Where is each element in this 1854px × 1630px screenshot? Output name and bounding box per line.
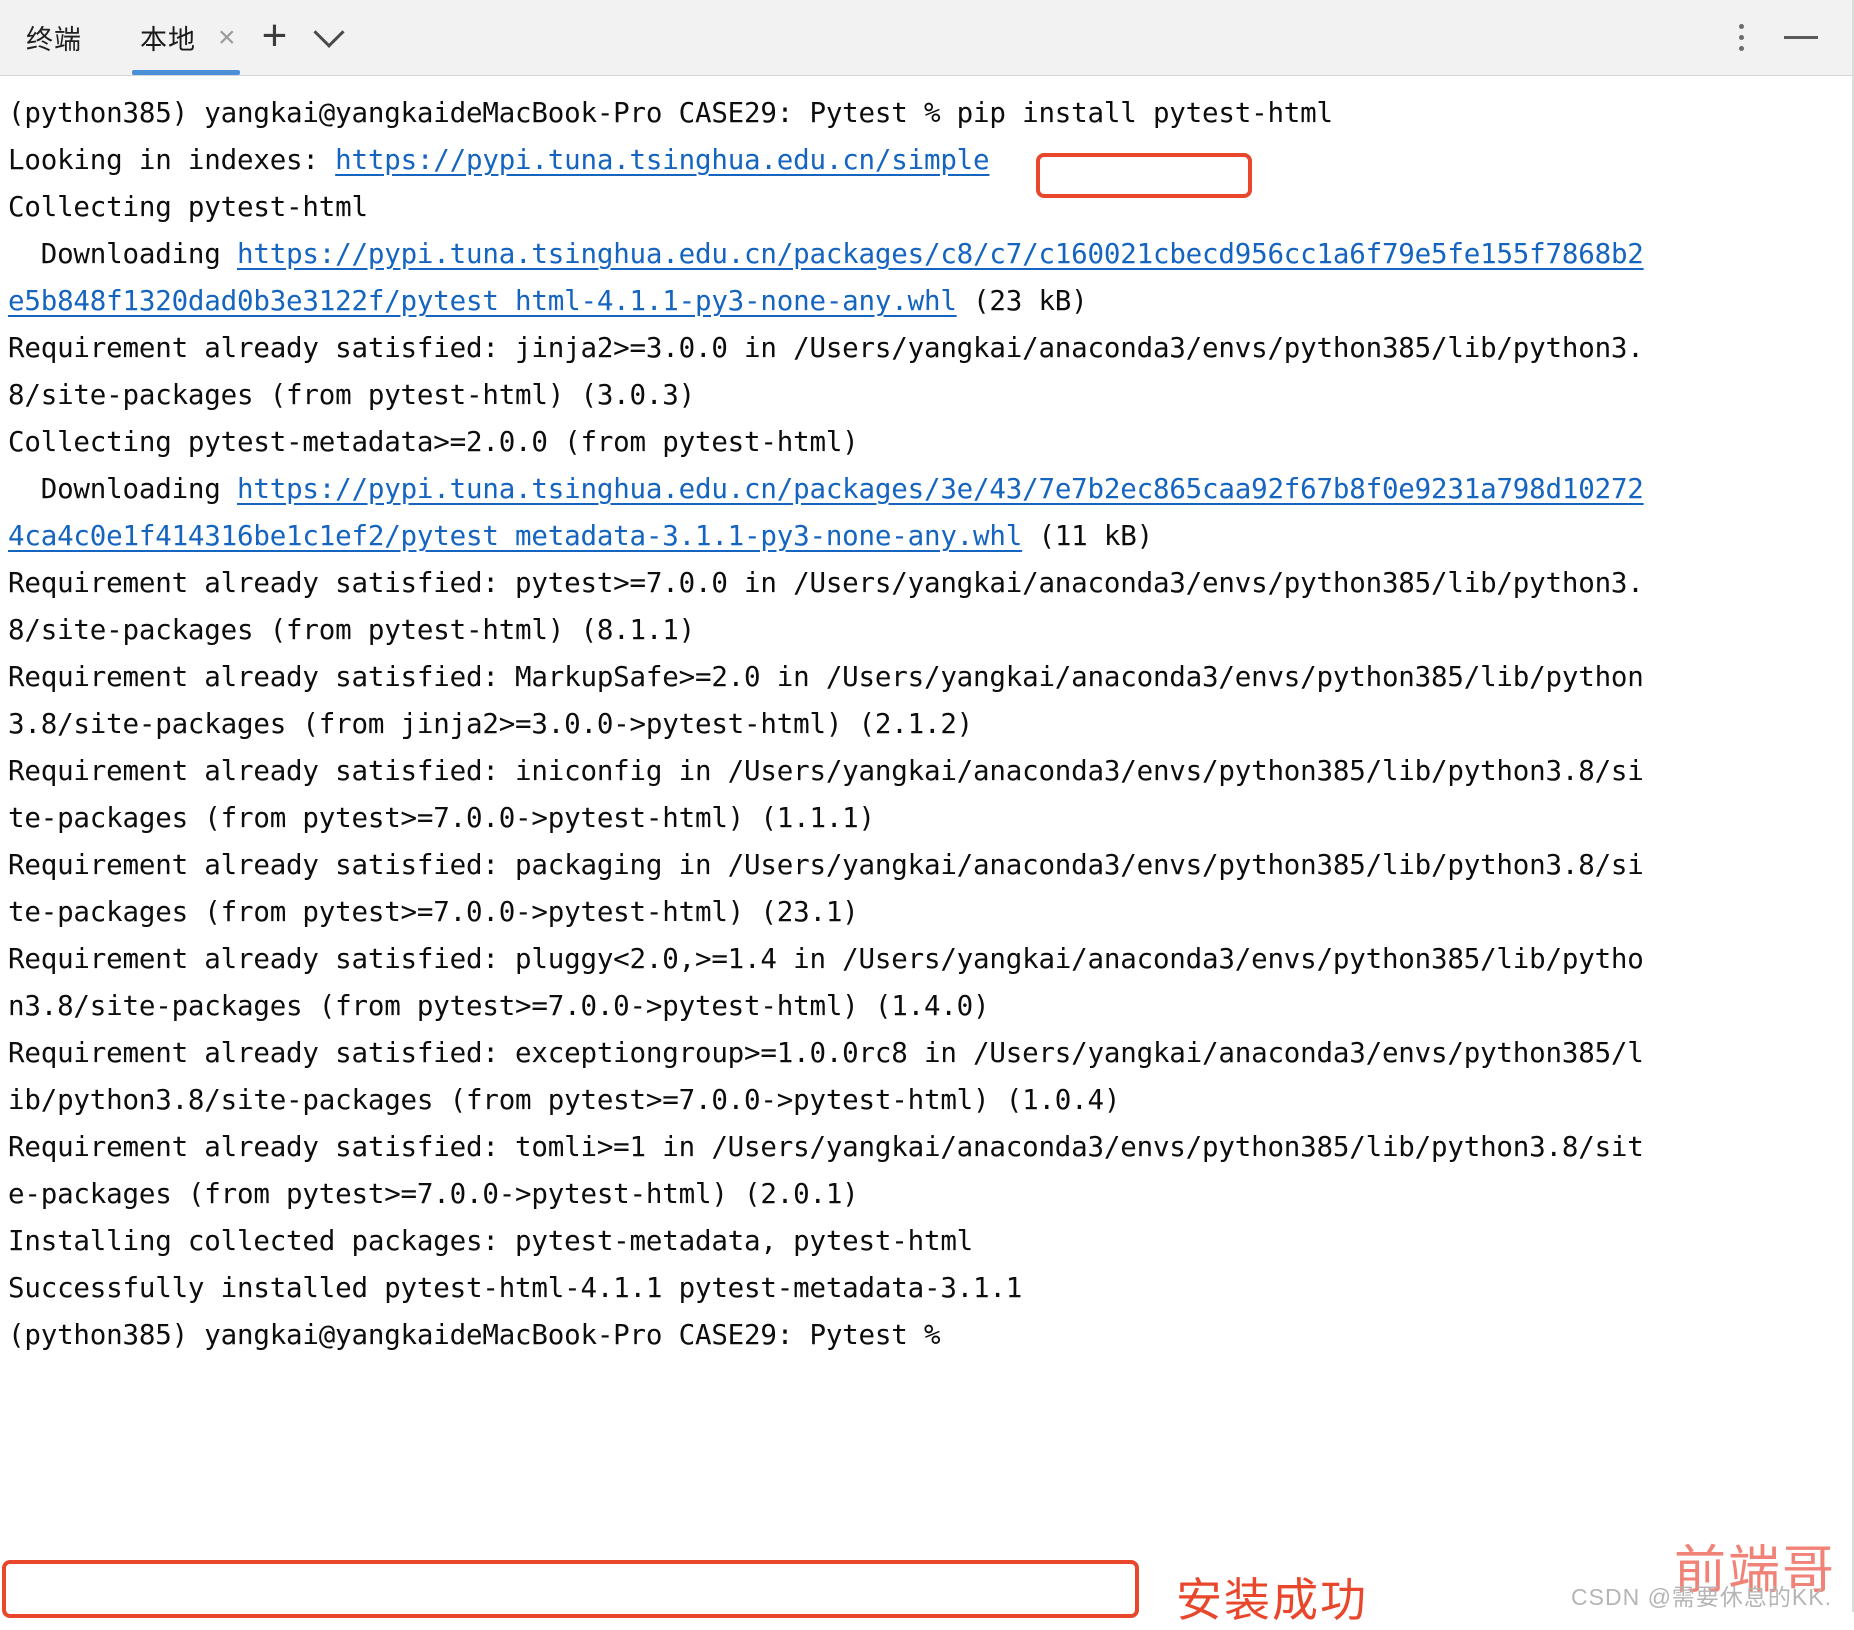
- terminal-line: Installing collected packages: pytest-me…: [8, 1218, 1846, 1265]
- terminal-link[interactable]: https://pypi.tuna.tsinghua.edu.cn/packag…: [237, 473, 1644, 505]
- terminal-output[interactable]: (python385) yangkai@yangkaideMacBook-Pro…: [0, 76, 1854, 1626]
- terminal-line: Requirement already satisfied: iniconfig…: [8, 748, 1846, 795]
- watermark-gray: CSDN @需要休息的KK.: [1571, 1584, 1832, 1610]
- more-vertical-icon[interactable]: [1725, 14, 1758, 61]
- tab-local[interactable]: 本地 ×: [110, 0, 248, 75]
- terminal-text: Requirement already satisfied: packaging…: [8, 849, 1644, 881]
- terminal-line: Downloading https://pypi.tuna.tsinghua.e…: [8, 231, 1846, 278]
- terminal-text: Requirement already satisfied: jinja2>=3…: [8, 332, 1644, 364]
- terminal-line: 8/site-packages (from pytest-html) (8.1.…: [8, 607, 1846, 654]
- terminal-text: 8/site-packages (from pytest-html) (8.1.…: [8, 614, 695, 646]
- terminal-text: Requirement already satisfied: tomli>=1 …: [8, 1131, 1644, 1163]
- terminal-line: te-packages (from pytest>=7.0.0->pytest-…: [8, 795, 1846, 842]
- terminal-line: Successfully installed pytest-html-4.1.1…: [8, 1265, 1846, 1312]
- terminal-line: ib/python3.8/site-packages (from pytest>…: [8, 1077, 1846, 1124]
- terminal-text: (python385) yangkai@yangkaideMacBook-Pro…: [8, 1319, 957, 1351]
- terminal-text: Successfully installed pytest-html-4.1.1…: [8, 1272, 1023, 1304]
- terminal-line: 8/site-packages (from pytest-html) (3.0.…: [8, 372, 1846, 419]
- terminal-link[interactable]: 4ca4c0e1f414316be1c1ef2/pytest_metadata-…: [8, 520, 1022, 552]
- terminal-text: Installing collected packages: pytest-me…: [8, 1225, 974, 1257]
- terminal-line: Collecting pytest-metadata>=2.0.0 (from …: [8, 419, 1846, 466]
- terminal-text: Requirement already satisfied: pytest>=7…: [8, 567, 1644, 599]
- minimize-icon[interactable]: [1784, 36, 1818, 39]
- terminal-text: Collecting pytest-html: [8, 191, 368, 223]
- terminal-line: Requirement already satisfied: exception…: [8, 1030, 1846, 1077]
- chevron-down-icon: [312, 16, 345, 48]
- dot: [1739, 46, 1744, 51]
- terminal-line: Requirement already satisfied: MarkupSaf…: [8, 654, 1846, 701]
- terminal-text: e-packages (from pytest>=7.0.0->pytest-h…: [8, 1178, 859, 1210]
- terminal-text: 8/site-packages (from pytest-html) (3.0.…: [8, 379, 695, 411]
- plus-icon: +: [261, 10, 288, 60]
- terminal-line: Requirement already satisfied: pytest>=7…: [8, 560, 1846, 607]
- terminal-text: Looking in indexes:: [8, 144, 336, 176]
- tab-active-indicator: [132, 70, 240, 75]
- terminal-text: Requirement already satisfied: iniconfig…: [8, 755, 1644, 787]
- terminal-line: (python385) yangkai@yangkaideMacBook-Pro…: [8, 90, 1846, 137]
- terminal-text: Requirement already satisfied: pluggy<2.…: [8, 943, 1644, 975]
- terminal-text: (python385) yangkai@yangkaideMacBook-Pro…: [8, 97, 1333, 129]
- panel-title: 终端: [26, 25, 82, 55]
- terminal-text: te-packages (from pytest>=7.0.0->pytest-…: [8, 896, 859, 928]
- terminal-line: Requirement already satisfied: packaging…: [8, 842, 1846, 889]
- terminal-line: 4ca4c0e1f414316be1c1ef2/pytest_metadata-…: [8, 513, 1846, 560]
- terminal-line: 3.8/site-packages (from jinja2>=3.0.0->p…: [8, 701, 1846, 748]
- terminal-line: Downloading https://pypi.tuna.tsinghua.e…: [8, 466, 1846, 513]
- terminal-text: Collecting pytest-metadata>=2.0.0 (from …: [8, 426, 859, 458]
- add-tab-button[interactable]: +: [248, 0, 302, 75]
- terminal-line: e5b848f1320dad0b3e3122f/pytest_html-4.1.…: [8, 278, 1846, 325]
- terminal-text: Requirement already satisfied: exception…: [8, 1037, 1644, 1069]
- terminal-text: (11 kB): [1022, 520, 1153, 552]
- terminal-line: Requirement already satisfied: tomli>=1 …: [8, 1124, 1846, 1171]
- close-icon[interactable]: ×: [218, 22, 236, 53]
- terminal-line: Collecting pytest-html: [8, 184, 1846, 231]
- terminal-toolbar: 终端 本地 × +: [0, 0, 1854, 76]
- dot: [1739, 24, 1744, 29]
- terminal-line: e-packages (from pytest>=7.0.0->pytest-h…: [8, 1171, 1846, 1218]
- terminal-line: n3.8/site-packages (from pytest>=7.0.0->…: [8, 983, 1846, 1030]
- terminal-link[interactable]: https://pypi.tuna.tsinghua.edu.cn/packag…: [237, 238, 1644, 270]
- tab-local-label: 本地: [140, 25, 196, 55]
- terminal-text: ib/python3.8/site-packages (from pytest>…: [8, 1084, 1121, 1116]
- tab-dropdown-button[interactable]: [302, 0, 356, 75]
- terminal-text: Downloading: [8, 473, 237, 505]
- terminal-line: te-packages (from pytest>=7.0.0->pytest-…: [8, 889, 1846, 936]
- dot: [1739, 35, 1744, 40]
- terminal-text: (23 kB): [956, 285, 1088, 317]
- annotation-label-success: 安装成功: [1176, 1574, 1368, 1626]
- terminal-text: Requirement already satisfied: MarkupSaf…: [8, 661, 1644, 693]
- toolbar-right-controls: [1725, 0, 1854, 75]
- terminal-line: Looking in indexes: https://pypi.tuna.ts…: [8, 137, 1846, 184]
- terminal-text: te-packages (from pytest>=7.0.0->pytest-…: [8, 802, 875, 834]
- annotation-box-success: [2, 1560, 1139, 1618]
- terminal-link[interactable]: https://pypi.tuna.tsinghua.edu.cn/simple: [335, 144, 989, 176]
- terminal-line: Requirement already satisfied: pluggy<2.…: [8, 936, 1846, 983]
- terminal-text: n3.8/site-packages (from pytest>=7.0.0->…: [8, 990, 990, 1022]
- terminal-line: Requirement already satisfied: jinja2>=3…: [8, 325, 1846, 372]
- terminal-line-list: (python385) yangkai@yangkaideMacBook-Pro…: [8, 90, 1846, 1359]
- terminal-text: 3.8/site-packages (from jinja2>=3.0.0->p…: [8, 708, 974, 740]
- terminal-text: Downloading: [8, 238, 237, 270]
- terminal-link[interactable]: e5b848f1320dad0b3e3122f/pytest_html-4.1.…: [8, 285, 957, 317]
- terminal-line: (python385) yangkai@yangkaideMacBook-Pro…: [8, 1312, 1846, 1359]
